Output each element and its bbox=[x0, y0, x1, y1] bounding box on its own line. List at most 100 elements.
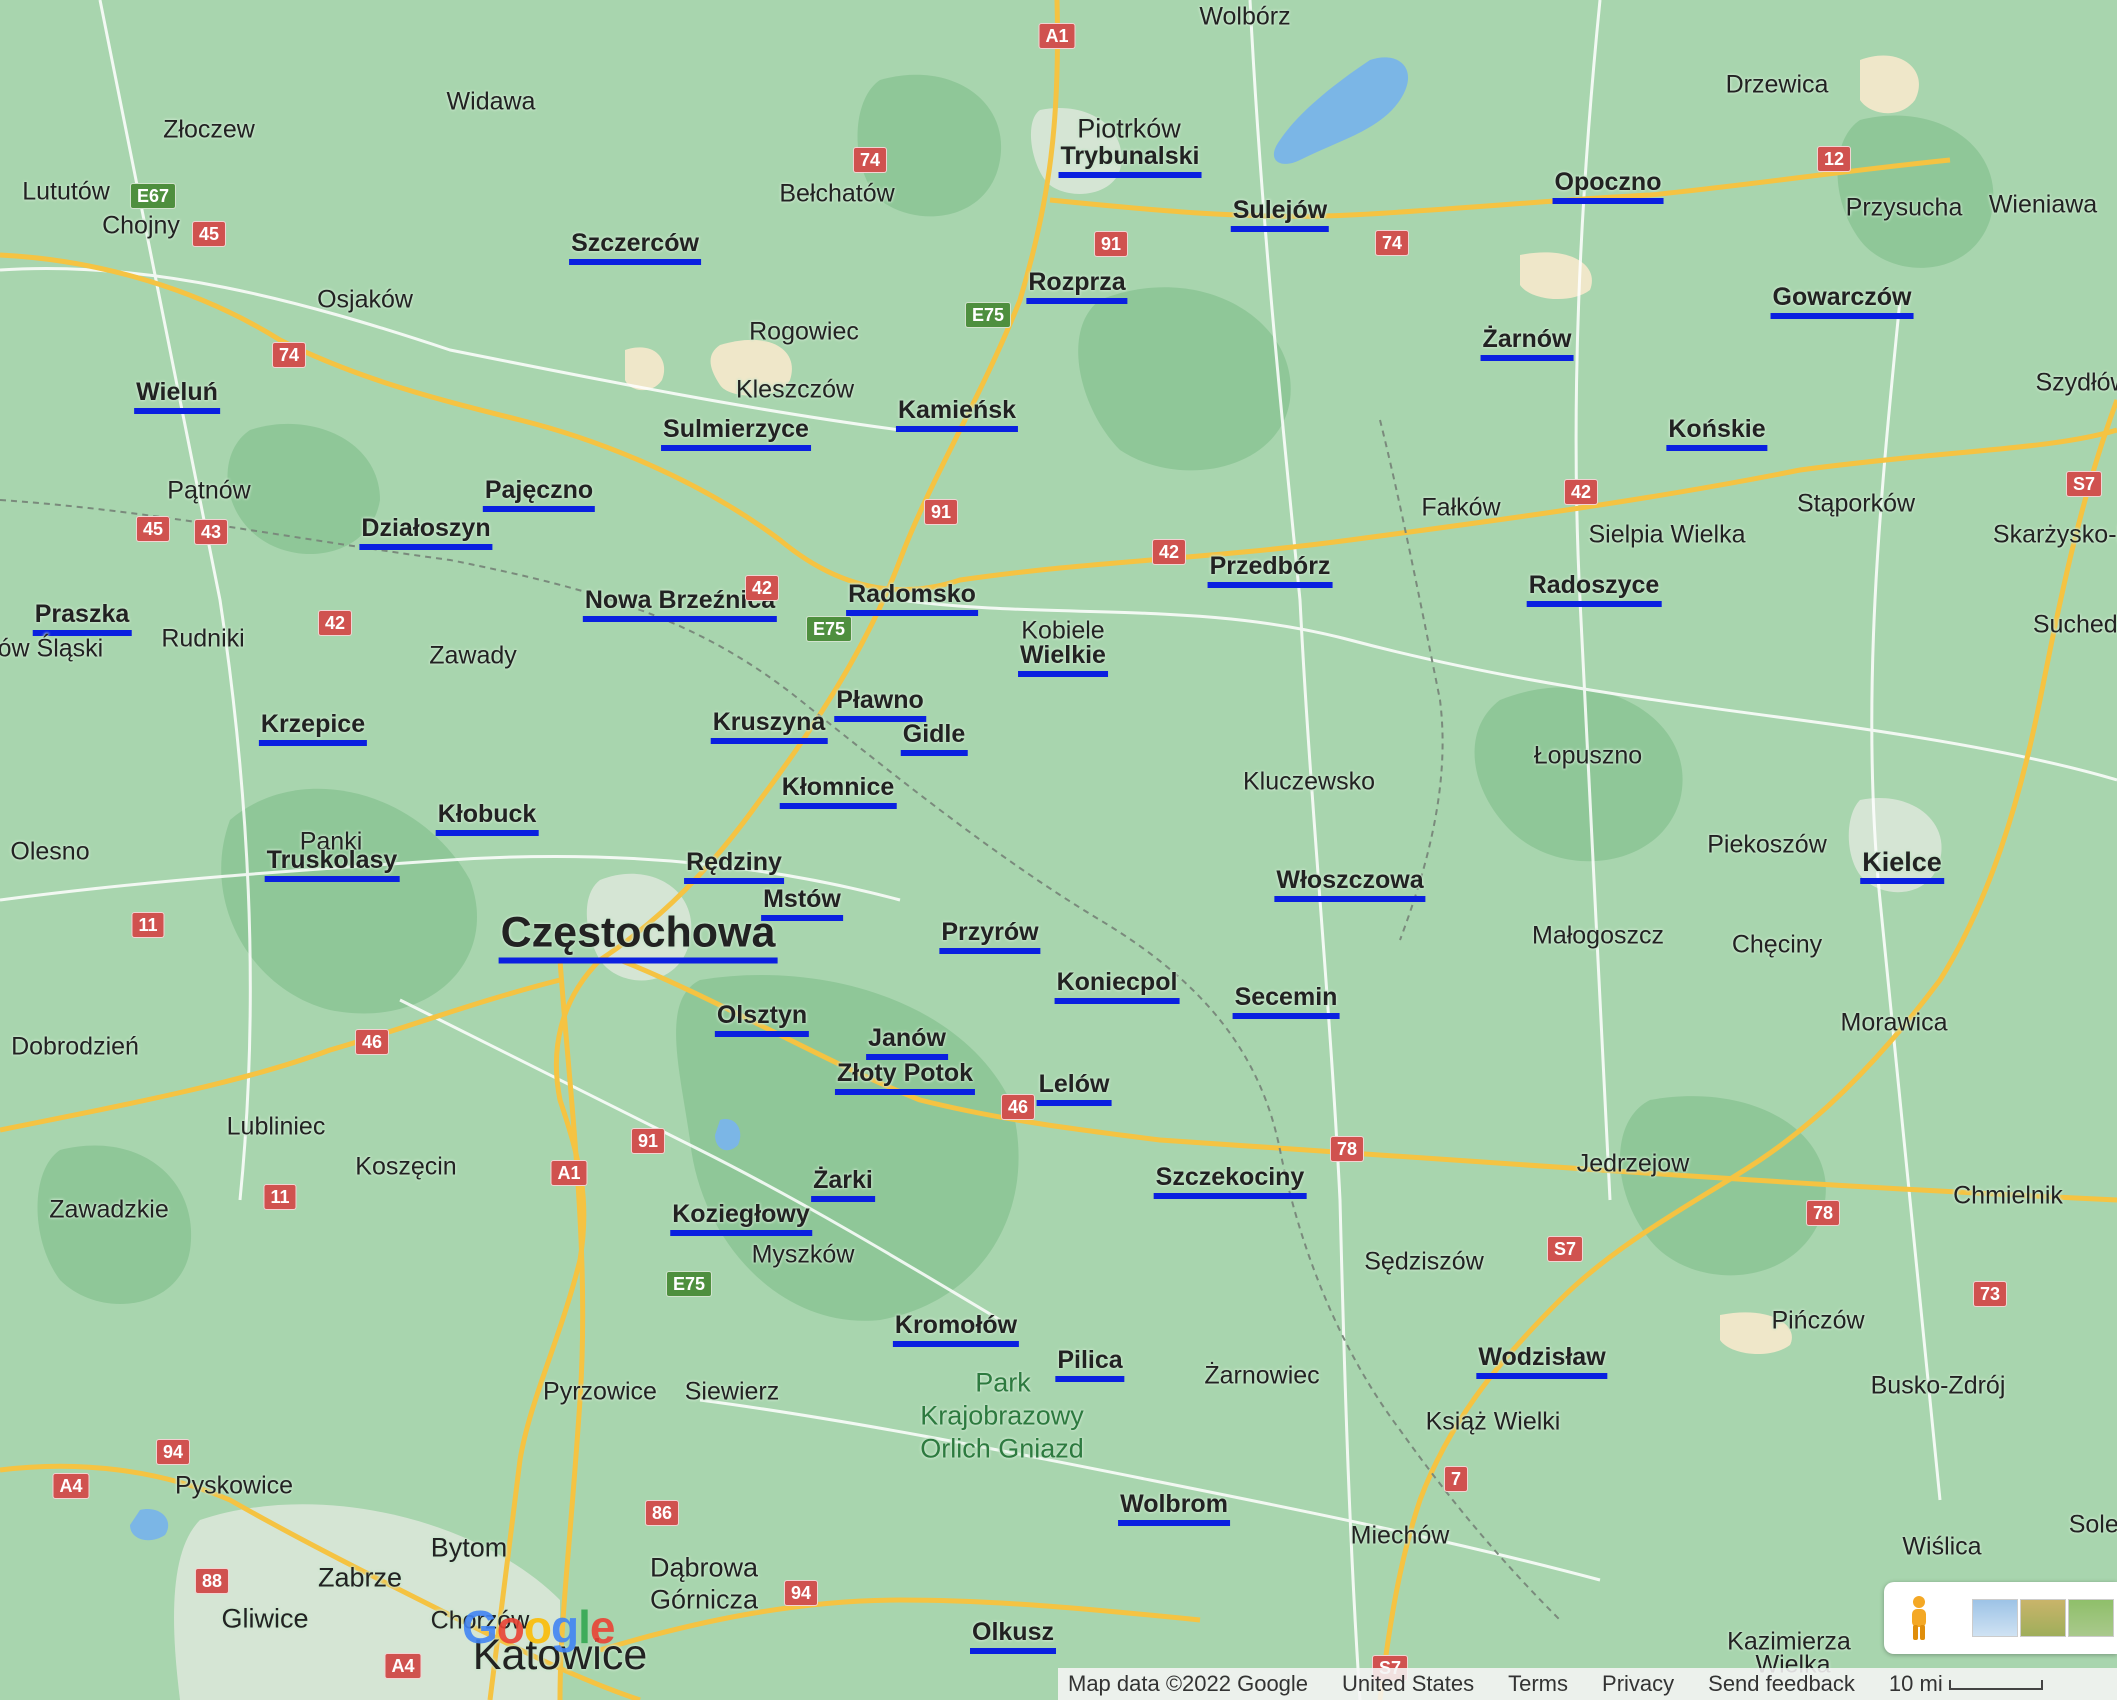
place-label[interactable]: Pątnów bbox=[167, 477, 250, 506]
place-label[interactable]: Kleszczów bbox=[736, 376, 854, 405]
place-label[interactable]: Wodzisław bbox=[1476, 1343, 1608, 1379]
place-label[interactable]: Krajobrazowy bbox=[920, 1401, 1084, 1432]
place-label[interactable]: Piotrków bbox=[1077, 114, 1181, 144]
place-label[interactable]: Małogoszcz bbox=[1532, 922, 1664, 951]
place-label[interactable]: Pińczów bbox=[1771, 1307, 1864, 1336]
place-label[interactable]: Suchedni bbox=[2033, 611, 2117, 640]
place-label[interactable]: Łopuszno bbox=[1534, 742, 1642, 771]
place-label[interactable]: Złoczew bbox=[163, 116, 255, 145]
place-label[interactable]: Jedrzejow bbox=[1577, 1150, 1690, 1179]
place-label[interactable]: Wielkie bbox=[1018, 641, 1108, 677]
place-label[interactable]: Olesno bbox=[10, 838, 89, 867]
place-label[interactable]: Działoszyn bbox=[359, 514, 493, 550]
terrain-layer-thumb[interactable] bbox=[2020, 1599, 2066, 1637]
place-label[interactable]: Koziegłowy bbox=[670, 1200, 812, 1236]
place-label[interactable]: Opoczno bbox=[1552, 168, 1664, 204]
scale-indicator[interactable]: 10 mi bbox=[1889, 1671, 2043, 1697]
place-label[interactable]: Zawadzkie bbox=[49, 1196, 169, 1225]
place-label[interactable]: Radomsko bbox=[846, 580, 978, 616]
privacy-link[interactable]: Privacy bbox=[1602, 1671, 1674, 1697]
place-label[interactable]: Pilica bbox=[1055, 1346, 1125, 1382]
place-label[interactable]: Wolbrom bbox=[1118, 1490, 1230, 1526]
place-label[interactable]: Siewierz bbox=[685, 1378, 779, 1407]
place-label[interactable]: Przyrów bbox=[939, 918, 1041, 954]
place-label[interactable]: Bełchatów bbox=[779, 180, 894, 209]
place-label[interactable]: Krzepice bbox=[258, 710, 368, 746]
place-label[interactable]: Złoty Potok bbox=[834, 1059, 976, 1095]
place-label[interactable]: Radoszyce bbox=[1526, 571, 1662, 607]
place-label[interactable]: Rudniki bbox=[161, 625, 244, 654]
place-label[interactable]: Busko-Zdrój bbox=[1871, 1372, 2006, 1401]
place-label[interactable]: Park bbox=[975, 1368, 1031, 1399]
place-label[interactable]: Sielpia Wielka bbox=[1588, 521, 1745, 550]
place-label[interactable]: Rozprza bbox=[1026, 268, 1128, 304]
place-label[interactable]: Lelów bbox=[1036, 1070, 1112, 1106]
place-label[interactable]: Morawica bbox=[1841, 1009, 1948, 1038]
place-label[interactable]: Kielce bbox=[1860, 848, 1944, 884]
place-label[interactable]: Bytom bbox=[431, 1533, 508, 1563]
place-label[interactable]: Pławno bbox=[834, 686, 926, 722]
send-feedback-link[interactable]: Send feedback bbox=[1708, 1671, 1855, 1697]
place-label[interactable]: Koniecpol bbox=[1054, 968, 1180, 1004]
place-label[interactable]: Skarżysko-Ka bbox=[1993, 521, 2117, 550]
place-label[interactable]: Przedbórz bbox=[1207, 552, 1333, 588]
place-label[interactable]: Osjaków bbox=[317, 286, 413, 315]
place-label[interactable]: Częstochowa bbox=[498, 909, 778, 964]
place-label[interactable]: Trybunalski bbox=[1058, 142, 1202, 178]
place-label[interactable]: Dąbrowa bbox=[650, 1553, 758, 1583]
place-label[interactable]: Kamieńsk bbox=[895, 396, 1019, 432]
place-label[interactable]: Rędziny bbox=[684, 848, 784, 884]
map-layer-thumb[interactable] bbox=[2068, 1599, 2114, 1637]
place-label[interactable]: Pyskowice bbox=[175, 1472, 293, 1501]
place-label[interactable]: Szczerców bbox=[569, 229, 701, 265]
place-label[interactable]: Wieniawa bbox=[1989, 191, 2097, 220]
place-label[interactable]: Stąporków bbox=[1797, 490, 1915, 519]
place-label[interactable]: Secemin bbox=[1232, 983, 1340, 1019]
place-label[interactable]: Widawa bbox=[447, 88, 536, 117]
place-label[interactable]: Olsztyn bbox=[714, 1001, 810, 1037]
place-label[interactable]: Szydłów bbox=[2035, 369, 2117, 398]
place-label[interactable]: Miechów bbox=[1351, 1522, 1450, 1551]
place-label[interactable]: Pajęczno bbox=[482, 476, 596, 512]
place-label[interactable]: Pyrzowice bbox=[543, 1378, 657, 1407]
place-label[interactable]: Sędziszów bbox=[1364, 1248, 1484, 1277]
place-label[interactable]: Chęciny bbox=[1732, 931, 1822, 960]
place-label[interactable]: Górnicza bbox=[650, 1585, 758, 1615]
place-label[interactable]: Gowarczów bbox=[1770, 283, 1914, 319]
pegman-icon[interactable] bbox=[1900, 1594, 1938, 1642]
place-label[interactable]: Kruszyna bbox=[710, 708, 828, 744]
place-label[interactable]: Sulmierzyce bbox=[661, 415, 811, 451]
place-label[interactable]: Lututów bbox=[22, 178, 110, 207]
place-label[interactable]: Chmielnik bbox=[1953, 1182, 2063, 1211]
place-label[interactable]: Sulejów bbox=[1230, 196, 1330, 232]
place-label[interactable]: Końskie bbox=[1666, 415, 1768, 451]
place-label[interactable]: Gidle bbox=[900, 720, 968, 756]
place-label[interactable]: Przysucha bbox=[1846, 194, 1963, 223]
place-label[interactable]: Gliwice bbox=[221, 1604, 308, 1634]
place-label[interactable]: Żarnowiec bbox=[1204, 1362, 1319, 1391]
place-label[interactable]: Lubliniec bbox=[227, 1113, 326, 1142]
place-label[interactable]: Truskolasy bbox=[264, 846, 400, 882]
place-label[interactable]: Koszęcin bbox=[355, 1153, 456, 1182]
place-label[interactable]: Kluczewsko bbox=[1243, 768, 1375, 797]
place-label[interactable]: Janów bbox=[866, 1024, 948, 1060]
place-label[interactable]: Chojny bbox=[102, 212, 180, 241]
place-label[interactable]: Książ Wielki bbox=[1426, 1408, 1561, 1437]
place-label[interactable]: Wolbórz bbox=[1199, 3, 1290, 32]
place-label[interactable]: Olkusz bbox=[970, 1618, 1056, 1654]
place-label[interactable]: Kłobuck bbox=[435, 800, 539, 836]
place-label[interactable]: Żarki bbox=[811, 1166, 875, 1202]
place-label[interactable]: rzów Śląski bbox=[0, 635, 103, 664]
place-label[interactable]: Żarnów bbox=[1480, 325, 1574, 361]
place-label[interactable]: Dobrodzień bbox=[11, 1033, 139, 1062]
place-label[interactable]: Kromołów bbox=[892, 1311, 1020, 1347]
place-label[interactable]: Solec bbox=[2069, 1511, 2117, 1540]
place-label[interactable]: Zawady bbox=[429, 642, 517, 671]
place-label[interactable]: Rogowiec bbox=[749, 318, 859, 347]
place-label[interactable]: Zabrze bbox=[318, 1563, 402, 1593]
place-label[interactable]: Orlich Gniazd bbox=[920, 1434, 1084, 1465]
place-label[interactable]: Wieluń bbox=[134, 378, 220, 414]
place-label[interactable]: Piekoszów bbox=[1707, 831, 1827, 860]
place-label[interactable]: Myszków bbox=[752, 1241, 855, 1270]
region-link[interactable]: United States bbox=[1342, 1671, 1474, 1697]
